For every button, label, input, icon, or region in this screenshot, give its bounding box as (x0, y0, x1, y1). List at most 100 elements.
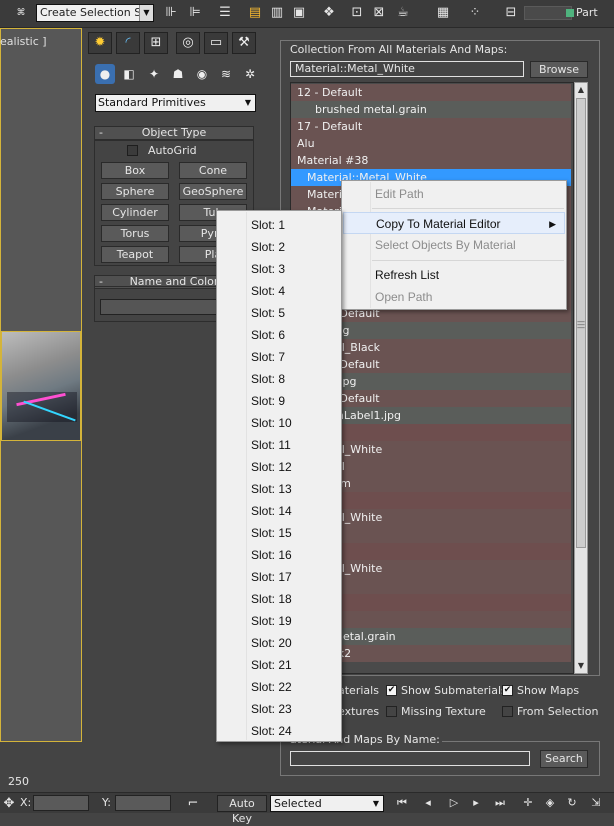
scene-explorer-icon[interactable]: ▤ (246, 4, 264, 22)
layer-icon[interactable]: ☰ (216, 4, 234, 22)
schematic-icon[interactable]: ▣ (290, 4, 308, 22)
x-coordinate-field[interactable] (33, 795, 89, 811)
object-type-rollout-header[interactable]: - Object Type (94, 126, 254, 140)
slot-item[interactable]: Slot: 10 (251, 412, 331, 434)
slot-item[interactable]: Slot: 13 (251, 478, 331, 500)
list-item[interactable]: 12 - Default (291, 84, 571, 101)
slot-item[interactable]: Slot: 8 (251, 368, 331, 390)
viewport-layout-icon[interactable]: ⁘ (466, 4, 484, 22)
goto-start-icon[interactable]: ⏮ (392, 795, 412, 811)
scroll-up-icon[interactable]: ▲ (575, 83, 587, 97)
menu-item-refresh-list[interactable]: Refresh List (343, 264, 565, 286)
slot-item[interactable]: Slot: 17 (251, 566, 331, 588)
slot-item[interactable]: Slot: 1 (251, 214, 331, 236)
list-item[interactable]: 17 - Default (291, 118, 571, 135)
geometry-icon[interactable]: ● (95, 64, 115, 84)
slot-item[interactable]: Slot: 14 (251, 500, 331, 522)
geosphere-button[interactable]: GeoSphere (179, 183, 247, 200)
create-tab-icon[interactable]: ✹ (88, 32, 112, 54)
sphere-button[interactable]: Sphere (101, 183, 169, 200)
orbit-icon[interactable]: ◈ (540, 795, 560, 811)
slot-item[interactable]: Slot: 5 (251, 302, 331, 324)
chevron-down-icon[interactable]: ▼ (369, 796, 383, 811)
material-path-field[interactable]: Material::Metal_White (290, 61, 524, 77)
show-maps-checkbox[interactable]: ✔ (502, 685, 513, 696)
slot-item[interactable]: Slot: 4 (251, 280, 331, 302)
slot-item[interactable]: Slot: 6 (251, 324, 331, 346)
teapot-button[interactable]: Teapot (101, 246, 169, 263)
abc-icon[interactable]: ⌘ (12, 4, 30, 22)
ribbon-icon[interactable]: ▦ (434, 4, 452, 22)
slot-item[interactable]: Slot: 16 (251, 544, 331, 566)
maximize-icon[interactable]: ⇲ (586, 795, 606, 811)
cone-button[interactable]: Cone (179, 162, 247, 179)
next-frame-icon[interactable]: ▸ (466, 795, 486, 811)
menu-item-select-objects-by-material[interactable]: Select Objects By Material (343, 234, 565, 256)
list-item[interactable]: brushed metal.grain (291, 101, 571, 118)
autogrid-checkbox[interactable] (127, 145, 138, 156)
list-item[interactable]: Material #38 (291, 152, 571, 169)
menu-item-copy-to-material-editor[interactable]: Copy To Material Editor ▶ (343, 212, 565, 234)
slot-item[interactable]: Slot: 11 (251, 434, 331, 456)
selection-set-dropdown[interactable]: Create Selection Se ▼ (36, 4, 154, 22)
cameras-icon[interactable]: ☗ (168, 64, 188, 84)
mirror-icon[interactable]: ⊪ (162, 4, 180, 22)
slot-item[interactable]: Slot: 21 (251, 654, 331, 676)
slot-item[interactable]: Slot: 22 (251, 676, 331, 698)
primitive-type-dropdown[interactable]: Standard Primitives ▼ (95, 94, 256, 112)
viewport-shading-label[interactable]: ealistic ] (0, 35, 47, 48)
chevron-down-icon[interactable]: ▼ (139, 5, 153, 21)
helpers-icon[interactable]: ◉ (192, 64, 212, 84)
slot-item[interactable]: Slot: 18 (251, 588, 331, 610)
menu-item-edit-path[interactable]: Edit Path (343, 183, 565, 205)
browse-button[interactable]: Browse (530, 61, 588, 78)
show-submaterials-checkbox[interactable]: ✔ (386, 685, 397, 696)
render-icon[interactable]: ☕ (394, 4, 412, 22)
render-frame-icon[interactable]: ⊠ (370, 4, 388, 22)
hierarchy-tab-icon[interactable]: ⊞ (144, 32, 168, 54)
auto-key-button[interactable]: Auto Key (217, 795, 267, 825)
pan-icon[interactable]: ✛ (518, 795, 538, 811)
slot-item[interactable]: Slot: 9 (251, 390, 331, 412)
missing-texture-checkbox[interactable] (386, 706, 397, 717)
viewport-render-preview[interactable] (1, 331, 81, 441)
slot-item[interactable]: Slot: 15 (251, 522, 331, 544)
torus-button[interactable]: Torus (101, 225, 169, 242)
from-selection-checkbox[interactable] (502, 706, 513, 717)
slot-item[interactable]: Slot: 24 (251, 720, 331, 742)
chevron-down-icon[interactable]: ▼ (241, 95, 255, 111)
search-input[interactable] (290, 751, 530, 766)
material-editor-icon[interactable]: ❖ (320, 4, 338, 22)
set-key-icon[interactable]: ⌐ (184, 795, 202, 813)
lock-selection-icon[interactable]: ✥ (0, 795, 18, 813)
prev-frame-icon[interactable]: ◂ (418, 795, 438, 811)
systems-icon[interactable]: ✲ (240, 64, 260, 84)
render-setup-icon[interactable]: ⊡ (348, 4, 366, 22)
slot-item[interactable]: Slot: 3 (251, 258, 331, 280)
key-filter-dropdown[interactable]: Selected ▼ (270, 795, 384, 812)
search-button[interactable]: Search (540, 750, 588, 768)
zoom-icon[interactable]: ↻ (562, 795, 582, 811)
goto-end-icon[interactable]: ⏭ (490, 795, 510, 811)
slot-item[interactable]: Slot: 20 (251, 632, 331, 654)
curve-editor-icon[interactable]: ▥ (268, 4, 286, 22)
slot-item[interactable]: Slot: 12 (251, 456, 331, 478)
align-icon[interactable]: ⊫ (186, 4, 204, 22)
slot-item[interactable]: Slot: 7 (251, 346, 331, 368)
menu-item-open-path[interactable]: Open Path (343, 286, 565, 308)
slot-item[interactable]: Slot: 23 (251, 698, 331, 720)
modify-tab-icon[interactable]: ◜ (116, 32, 140, 54)
list-item[interactable]: Alu (291, 135, 571, 152)
scroll-down-icon[interactable]: ▼ (575, 659, 587, 673)
y-coordinate-field[interactable] (115, 795, 171, 811)
grab-icon[interactable]: ⊟ (502, 4, 520, 22)
space-warps-icon[interactable]: ≋ (216, 64, 236, 84)
cylinder-button[interactable]: Cylinder (101, 204, 169, 221)
slot-item[interactable]: Slot: 2 (251, 236, 331, 258)
part-slider[interactable] (524, 6, 572, 20)
box-button[interactable]: Box (101, 162, 169, 179)
play-icon[interactable]: ▷ (444, 795, 464, 811)
slot-item[interactable]: Slot: 19 (251, 610, 331, 632)
lights-icon[interactable]: ✦ (144, 64, 164, 84)
display-tab-icon[interactable]: ▭ (204, 32, 228, 54)
